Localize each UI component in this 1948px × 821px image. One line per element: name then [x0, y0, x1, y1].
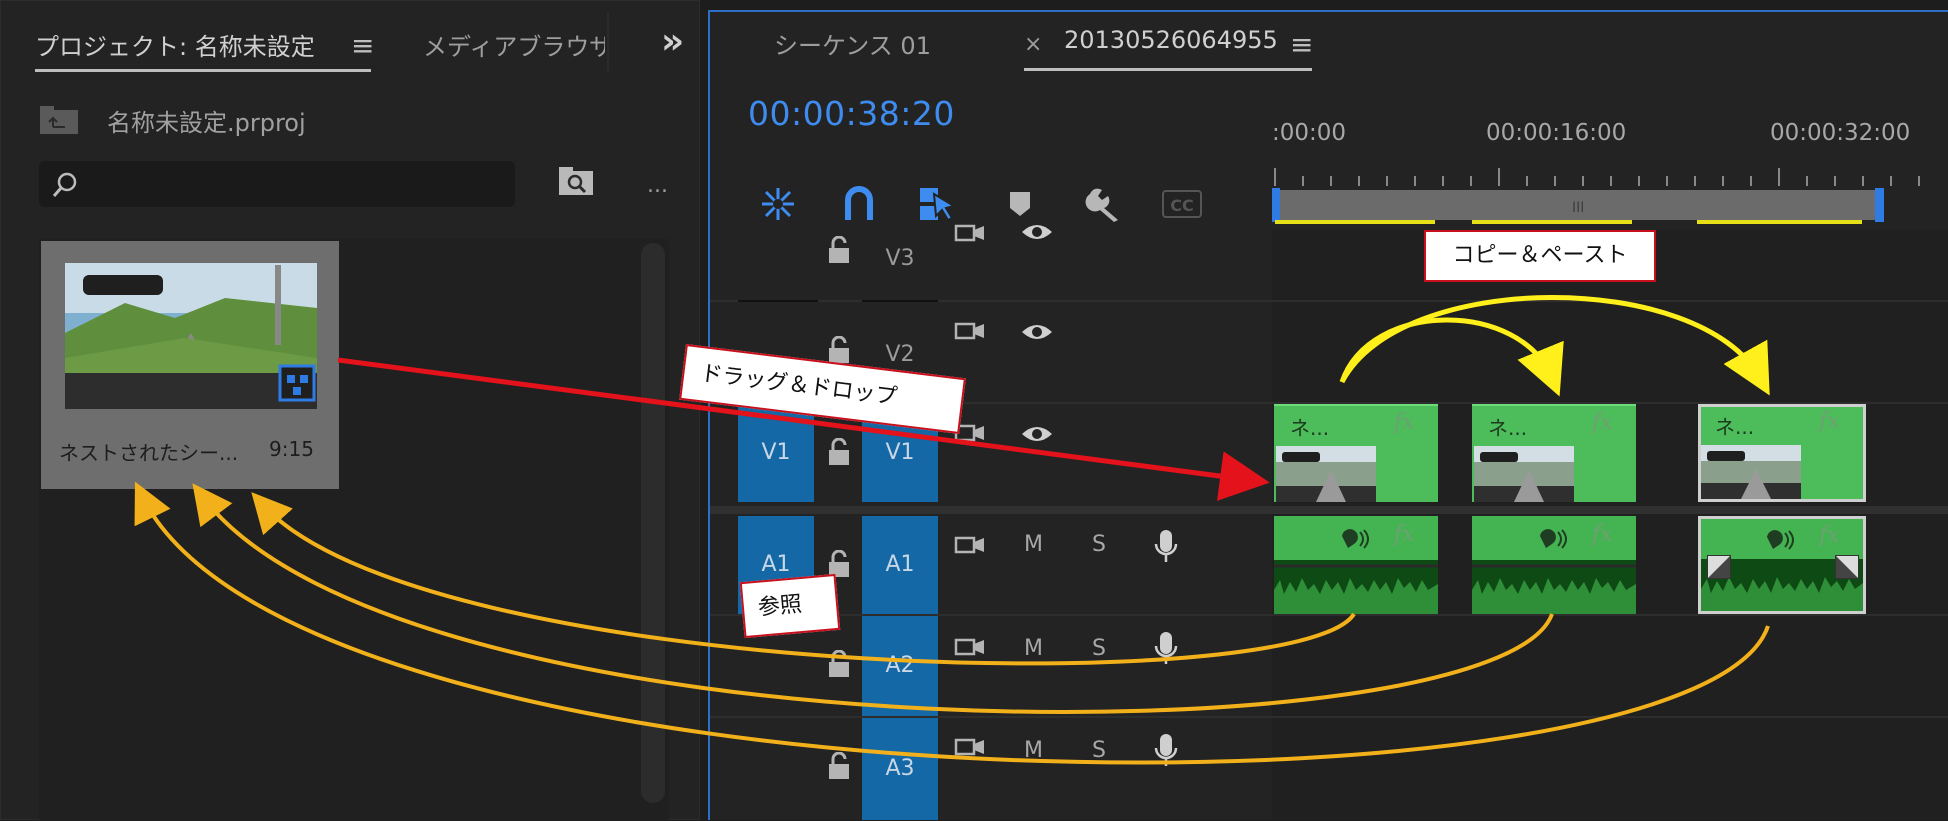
- copy-arrow-2: [1339, 295, 1770, 396]
- copy-paste-label: コピー＆ペースト: [1424, 230, 1656, 282]
- reference-label: 参照: [739, 573, 841, 639]
- copy-arrow-1: [1339, 317, 1564, 397]
- reference-arrow-2: [192, 483, 1554, 714]
- annotation-arrows: [134, 295, 1770, 765]
- reference-arrow-3: [134, 481, 1770, 765]
